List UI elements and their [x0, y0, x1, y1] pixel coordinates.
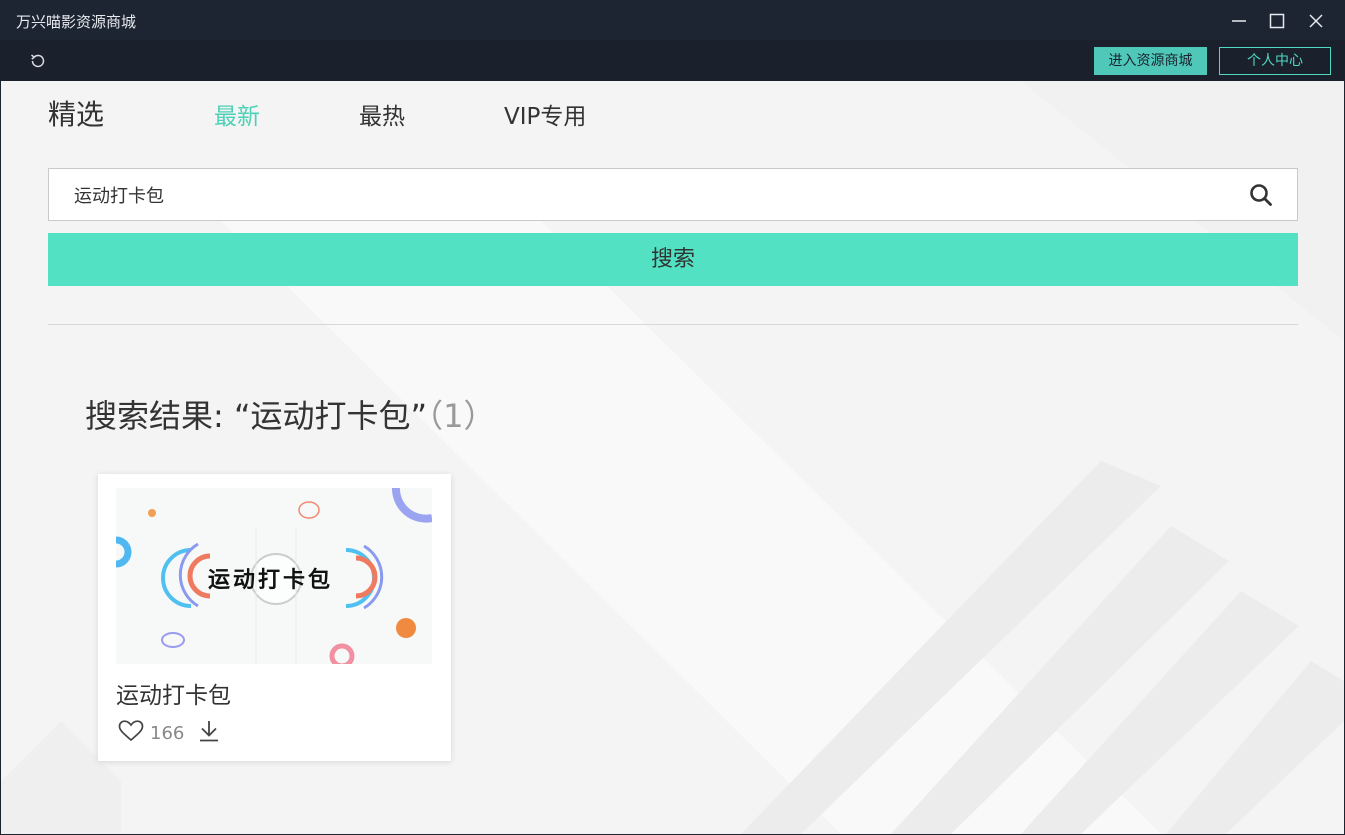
- search-box: [48, 168, 1298, 221]
- like-count: 166: [150, 723, 185, 744]
- search-button[interactable]: 搜索: [48, 233, 1298, 286]
- minimize-button[interactable]: [1224, 6, 1254, 36]
- title-bar: 万兴喵影资源商城: [0, 0, 1345, 40]
- close-button[interactable]: [1301, 6, 1331, 36]
- maximize-button[interactable]: [1262, 6, 1292, 36]
- tab-featured[interactable]: 精选: [48, 93, 104, 133]
- results-heading: 搜索结果: “运动打卡包”（1）: [85, 391, 496, 437]
- divider: [48, 324, 1298, 325]
- search-input[interactable]: [49, 169, 1239, 220]
- resource-card[interactable]: 运动打卡包 运动打卡包 166: [98, 474, 451, 761]
- thumbnail-title: 运动打卡包: [208, 568, 334, 593]
- maximize-icon: [1269, 13, 1285, 29]
- window-title: 万兴喵影资源商城: [16, 13, 137, 31]
- card-thumbnail[interactable]: 运动打卡包: [116, 488, 432, 664]
- personal-center-button[interactable]: 个人中心: [1219, 47, 1331, 75]
- tab-latest[interactable]: 最新: [214, 97, 260, 131]
- search-icon[interactable]: [1249, 183, 1273, 207]
- minimize-icon: [1232, 20, 1246, 22]
- close-icon: [1309, 14, 1323, 28]
- tab-hot[interactable]: 最热: [359, 97, 405, 131]
- enter-store-button[interactable]: 进入资源商城: [1094, 47, 1207, 75]
- results-heading-text: 搜索结果: “运动打卡包”: [85, 397, 428, 435]
- toolbar: 进入资源商城 个人中心: [0, 40, 1345, 81]
- card-title[interactable]: 运动打卡包: [116, 676, 231, 710]
- refresh-icon[interactable]: [28, 51, 48, 71]
- download-icon[interactable]: [198, 719, 220, 743]
- results-count: （1）: [427, 397, 496, 435]
- tab-vip[interactable]: VIP专用: [504, 97, 586, 131]
- heart-icon[interactable]: [118, 720, 144, 742]
- main-content: 精选 最新 最热 VIP专用 搜索 搜索结果: “运动打卡包”（1）: [1, 81, 1344, 834]
